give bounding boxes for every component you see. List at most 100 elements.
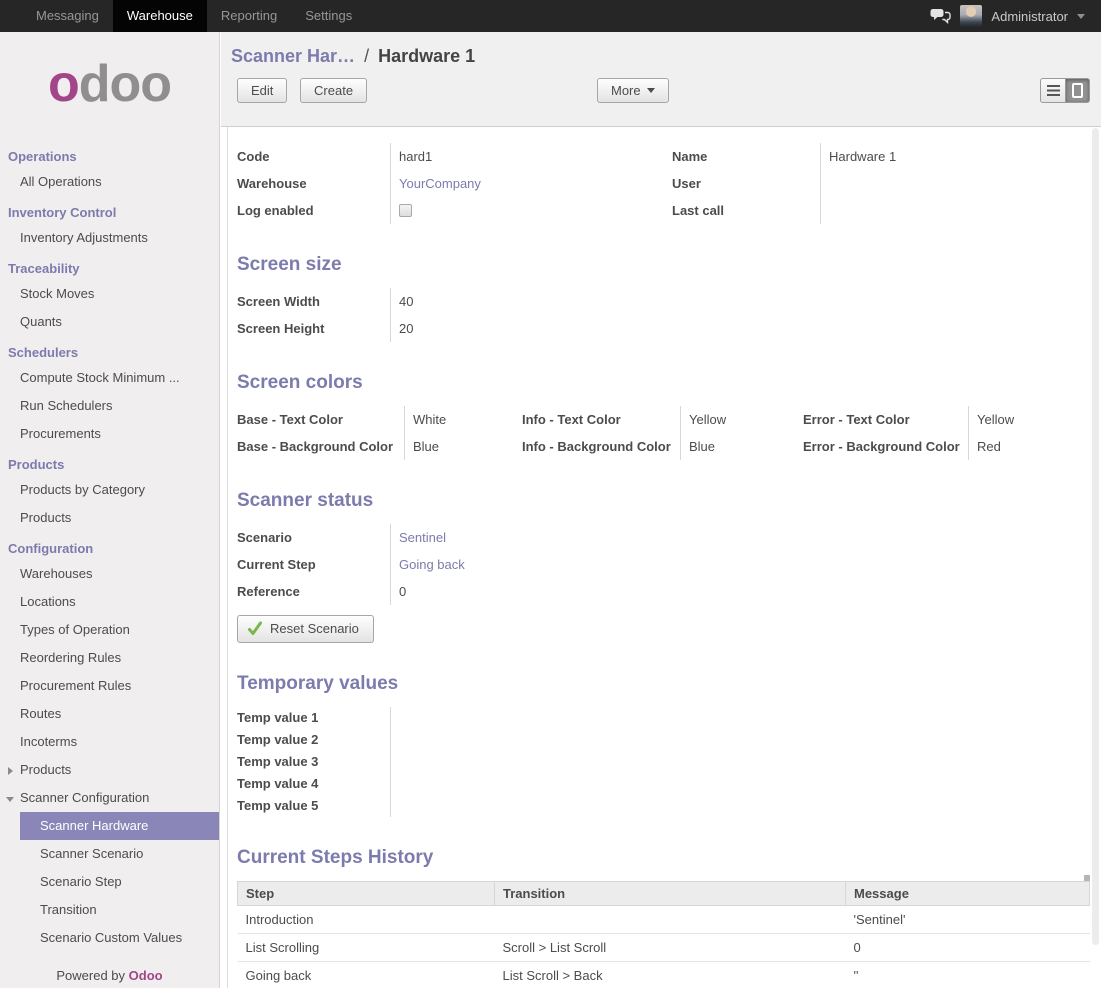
sidebar-item-scenario-step[interactable]: Scenario Step	[0, 868, 219, 896]
menu-messaging[interactable]: Messaging	[22, 0, 113, 32]
button-row: Edit Create More	[221, 78, 1101, 104]
form-icon	[1072, 83, 1083, 98]
sidebar-item-incoterms[interactable]: Incoterms	[0, 728, 219, 756]
cell-message: ''	[846, 962, 1090, 988]
main-menu: Messaging Warehouse Reporting Settings	[22, 0, 366, 32]
menu-reporting[interactable]: Reporting	[207, 0, 291, 32]
sidebar-item-label: Scanner Configuration	[20, 790, 149, 805]
sidebar-section-inventory-control: Inventory Control	[0, 196, 219, 224]
breadcrumb-separator: /	[360, 46, 373, 66]
temp-value-4-label: Temp value 4	[237, 773, 390, 795]
menu-settings[interactable]: Settings	[291, 0, 366, 32]
cell-transition: List Scroll > Back	[495, 962, 846, 988]
expand-right-icon[interactable]	[8, 767, 13, 775]
general-fields: Code hard1 Name Hardware 1 Warehouse You…	[237, 143, 1089, 224]
edit-button[interactable]: Edit	[237, 78, 287, 103]
column-header-step[interactable]: Step	[238, 882, 495, 906]
sidebar-item-procurements[interactable]: Procurements	[0, 420, 219, 448]
sidebar-item-products-tree[interactable]: Products	[0, 756, 219, 784]
breadcrumb-parent-link[interactable]: Scanner Har…	[231, 46, 355, 66]
scenario-value-link[interactable]: Sentinel	[399, 530, 446, 545]
menu-warehouse[interactable]: Warehouse	[113, 0, 207, 32]
odoo-logo-rest: doo	[79, 55, 171, 113]
reference-value: 0	[390, 578, 750, 605]
breadcrumb: Scanner Har… / Hardware 1	[221, 46, 1101, 74]
sidebar-item-run-schedulers[interactable]: Run Schedulers	[0, 392, 219, 420]
list-view-button[interactable]	[1040, 78, 1065, 103]
cell-step: Introduction	[238, 906, 495, 934]
sidebar-item-scenario-custom-values[interactable]: Scenario Custom Values	[0, 924, 219, 952]
user-value	[820, 170, 1089, 197]
scenario-label: Scenario	[237, 524, 390, 551]
form-sheet: Code hard1 Name Hardware 1 Warehouse You…	[227, 127, 1101, 988]
topbar: Messaging Warehouse Reporting Settings A…	[0, 0, 1101, 32]
sidebar-item-reordering-rules[interactable]: Reordering Rules	[0, 644, 219, 672]
main-content: Scanner Har… / Hardware 1 Edit Create Mo…	[221, 32, 1101, 988]
table-row[interactable]: Introduction 'Sentinel'	[238, 906, 1090, 934]
sidebar-item-warehouses[interactable]: Warehouses	[0, 560, 219, 588]
sidebar-item-scanner-configuration[interactable]: Scanner Configuration	[0, 784, 219, 812]
user-menu-label[interactable]: Administrator	[991, 9, 1068, 24]
more-button[interactable]: More	[597, 78, 669, 103]
error-bg-color-label: Error - Background Color	[803, 433, 968, 460]
error-text-color-label: Error - Text Color	[803, 406, 968, 433]
section-title-current-steps-history: Current Steps History	[237, 847, 1101, 869]
temp-value-5-label: Temp value 5	[237, 795, 390, 817]
breadcrumb-current: Hardware 1	[378, 46, 475, 66]
scanner-status-fields: Scenario Sentinel Current Step Going bac…	[237, 524, 1101, 605]
temporary-values-fields: Temp value 1 Temp value 2 Temp value 3 T…	[237, 707, 1101, 817]
cell-step: List Scrolling	[238, 934, 495, 962]
screen-width-value: 40	[390, 288, 750, 315]
sidebar-section-schedulers: Schedulers	[0, 336, 219, 364]
reset-scenario-label: Reset Scenario	[270, 621, 359, 636]
expand-down-icon[interactable]	[6, 797, 14, 802]
warehouse-value-link[interactable]: YourCompany	[399, 176, 481, 191]
table-row[interactable]: List Scrolling Scroll > List Scroll 0	[238, 934, 1090, 962]
sidebar-item-compute-stock-minimum[interactable]: Compute Stock Minimum ...	[0, 364, 219, 392]
sidebar-section-products: Products	[0, 448, 219, 476]
sidebar-item-transition[interactable]: Transition	[0, 896, 219, 924]
sidebar-item-quants[interactable]: Quants	[0, 308, 219, 336]
sidebar-item-products-by-category[interactable]: Products by Category	[0, 476, 219, 504]
sidebar-item-types-of-operation[interactable]: Types of Operation	[0, 616, 219, 644]
error-bg-color-value: Red	[968, 433, 1078, 460]
odoo-logo-o: o	[48, 55, 79, 113]
reference-label: Reference	[237, 578, 390, 605]
reset-scenario-button[interactable]: Reset Scenario	[237, 615, 374, 643]
create-button[interactable]: Create	[300, 78, 367, 103]
log-enabled-checkbox[interactable]	[399, 204, 412, 217]
sidebar-item-procurement-rules[interactable]: Procurement Rules	[0, 672, 219, 700]
sidebar-item-routes[interactable]: Routes	[0, 700, 219, 728]
sidebar-nav: Operations All Operations Inventory Cont…	[0, 140, 219, 952]
column-header-message[interactable]: Message	[846, 882, 1090, 906]
table-row[interactable]: Going back List Scroll > Back ''	[238, 962, 1090, 988]
temp-value-2-label: Temp value 2	[237, 729, 390, 751]
sidebar-section-operations: Operations	[0, 140, 219, 168]
form-view-button[interactable]	[1065, 78, 1090, 103]
history-table: Step Transition Message Introduction 'Se…	[237, 881, 1090, 988]
sidebar-item-all-operations[interactable]: All Operations	[0, 168, 219, 196]
screen-size-fields: Screen Width 40 Screen Height 20	[237, 288, 1101, 342]
vertical-scrollbar[interactable]	[1092, 128, 1099, 945]
sidebar-item-stock-moves[interactable]: Stock Moves	[0, 280, 219, 308]
powered-by: Powered by Odoo	[0, 968, 219, 983]
current-step-label: Current Step	[237, 551, 390, 578]
odoo-brand-link[interactable]: Odoo	[129, 968, 163, 983]
column-header-transition[interactable]: Transition	[495, 882, 846, 906]
history-table-wrap: Step Transition Message Introduction 'Se…	[237, 881, 1090, 988]
messaging-icon[interactable]	[930, 8, 951, 24]
sidebar-item-inventory-adjustments[interactable]: Inventory Adjustments	[0, 224, 219, 252]
info-text-color-value: Yellow	[680, 406, 803, 433]
sidebar-item-scanner-hardware[interactable]: Scanner Hardware	[20, 812, 219, 840]
current-step-value-link[interactable]: Going back	[399, 557, 465, 572]
user-avatar[interactable]	[960, 5, 982, 27]
screen-width-label: Screen Width	[237, 288, 390, 315]
sidebar-item-scanner-scenario[interactable]: Scanner Scenario	[0, 840, 219, 868]
table-corner-handle	[1084, 875, 1090, 881]
sidebar-item-products[interactable]: Products	[0, 504, 219, 532]
sidebar-item-locations[interactable]: Locations	[0, 588, 219, 616]
last-call-label: Last call	[672, 197, 820, 224]
temp-value-2-value	[390, 729, 750, 751]
temp-value-3-value	[390, 751, 750, 773]
log-enabled-label: Log enabled	[237, 197, 390, 224]
